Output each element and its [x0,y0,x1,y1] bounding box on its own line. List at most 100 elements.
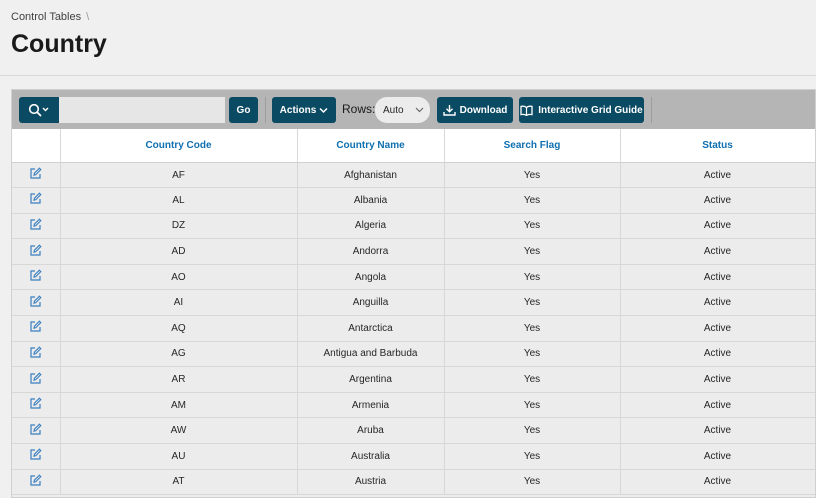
edit-icon[interactable] [29,397,42,413]
column-header-status[interactable]: Status [620,129,815,163]
edit-icon[interactable] [29,474,42,490]
table-row[interactable]: AW Aruba Yes Active [12,417,815,445]
country-name-cell: Albania [297,187,445,214]
search-flag-cell: Yes [444,341,621,368]
status-cell: Active [620,366,815,393]
country-code-cell: AI [60,289,298,317]
country-name-cell: Algeria [297,213,445,240]
search-flag-cell: Yes [444,443,621,470]
edit-cell [12,366,61,393]
country-grid: Country Code Country Name Search Flag St… [12,129,815,496]
status-cell: Active [620,187,815,214]
status-cell: Active [620,469,815,496]
actions-menu-button[interactable]: Actions [272,97,336,123]
status-cell: Active [620,238,815,265]
chevron-down-icon [42,107,49,112]
edit-icon[interactable] [29,346,42,362]
toolbar-divider [651,97,652,123]
edit-column-header [12,129,61,163]
edit-icon[interactable] [29,218,42,234]
search-flag-cell: Yes [444,289,621,317]
column-header-country-name[interactable]: Country Name [297,129,445,163]
table-row[interactable]: AI Anguilla Yes Active [12,289,815,317]
country-code-cell: AT [60,469,298,496]
country-name-cell: Argentina [297,366,445,393]
download-button[interactable]: Download [437,97,513,123]
guide-label: Interactive Grid Guide [538,104,643,116]
book-icon [520,105,533,116]
edit-icon[interactable] [29,423,42,439]
page-title: Country [11,30,107,58]
status-cell: Active [620,341,815,368]
edit-icon[interactable] [29,244,42,260]
chevron-down-icon [415,107,424,113]
actions-label: Actions [279,104,317,116]
edit-cell [12,289,61,317]
country-name-cell: Aruba [297,417,445,445]
grid-toolbar: Go Actions Rows: Auto Download Interacti… [12,90,815,129]
country-name-cell: Anguilla [297,289,445,317]
interactive-grid-region: Go Actions Rows: Auto Download Interacti… [11,89,816,498]
edit-icon[interactable] [29,269,42,285]
grid-body: AF Afghanistan Yes Active AL Albania Yes Active… [12,162,815,496]
edit-icon[interactable] [29,371,42,388]
edit-cell [12,264,61,291]
table-row[interactable]: AR Argentina Yes Active [12,366,815,393]
search-flag-cell: Yes [444,315,621,342]
edit-icon[interactable] [29,167,42,183]
status-cell: Active [620,315,815,342]
table-row[interactable]: AL Albania Yes Active [12,187,815,214]
edit-cell [12,392,61,419]
breadcrumb-separator: \ [86,11,90,23]
table-row[interactable]: AF Afghanistan Yes Active [12,162,815,189]
search-column-button[interactable] [19,97,59,123]
search-flag-cell: Yes [444,213,621,240]
country-code-cell: AU [60,443,298,470]
interactive-grid-guide-button[interactable]: Interactive Grid Guide [519,97,644,123]
country-code-cell: AW [60,417,298,445]
country-code-cell: AF [60,162,298,189]
table-row[interactable]: AM Armenia Yes Active [12,392,815,419]
edit-cell [12,238,61,265]
country-name-cell: Austria [297,469,445,496]
country-code-cell: AG [60,341,298,368]
column-header-search-flag[interactable]: Search Flag [444,129,621,163]
country-name-cell: Armenia [297,392,445,419]
edit-cell [12,469,61,496]
status-cell: Active [620,392,815,419]
toolbar-divider [265,97,266,123]
grid-table: Country Code Country Name Search Flag St… [12,129,815,496]
edit-icon[interactable] [29,320,42,336]
edit-cell [12,417,61,445]
country-code-cell: DZ [60,213,298,240]
search-input[interactable] [59,97,225,123]
edit-cell [12,213,61,240]
country-name-cell: Angola [297,264,445,291]
chevron-down-icon [319,107,328,113]
table-row[interactable]: AU Australia Yes Active [12,443,815,470]
table-row[interactable]: AT Austria Yes Active [12,469,815,496]
country-name-cell: Australia [297,443,445,470]
edit-cell [12,162,61,189]
rows-per-page-select[interactable]: Auto [375,97,430,123]
table-row[interactable]: AO Angola Yes Active [12,264,815,291]
edit-icon[interactable] [29,295,42,311]
table-row[interactable]: AQ Antarctica Yes Active [12,315,815,342]
search-icon [28,103,49,117]
status-cell: Active [620,289,815,317]
table-row[interactable]: AG Antigua and Barbuda Yes Active [12,341,815,368]
country-code-cell: AL [60,187,298,214]
edit-icon[interactable] [29,448,42,464]
column-header-country-code[interactable]: Country Code [60,129,298,163]
edit-cell [12,187,61,214]
status-cell: Active [620,264,815,291]
table-row[interactable]: DZ Algeria Yes Active [12,213,815,240]
edit-icon[interactable] [29,192,42,208]
go-button[interactable]: Go [229,97,258,123]
table-row[interactable]: AD Andorra Yes Active [12,238,815,265]
country-code-cell: AQ [60,315,298,342]
breadcrumb-link-control-tables[interactable]: Control Tables [11,11,81,23]
country-name-cell: Antigua and Barbuda [297,341,445,368]
search-flag-cell: Yes [444,238,621,265]
page-header: Control Tables \ Country [0,0,816,76]
